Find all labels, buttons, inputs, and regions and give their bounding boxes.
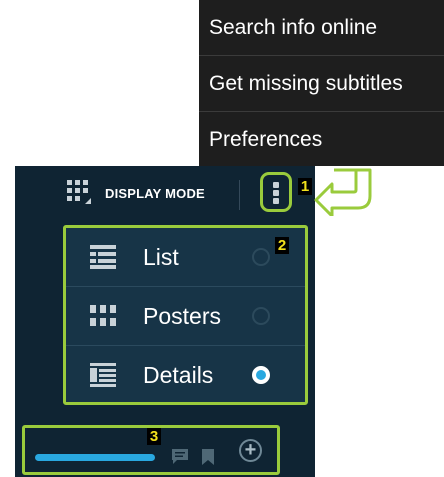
menu-item-label: Search info online [209,16,378,39]
add-circle-icon[interactable]: + [239,439,262,462]
view-mode-list-option[interactable]: List [66,228,305,286]
menu-item-label: Preferences [209,128,323,151]
comment-icon[interactable] [171,448,189,466]
list-icon [90,245,116,269]
menu-item-preferences[interactable]: Preferences [199,112,444,167]
display-mode-label: DISPLAY MODE [105,185,205,201]
action-bar-divider [239,180,240,210]
view-mode-details-option[interactable]: Details [66,346,305,404]
display-mode-button[interactable]: DISPLAY MODE [65,178,205,208]
progress-bar[interactable] [35,454,155,461]
view-mode-radio[interactable] [252,248,270,266]
menu-item-get-missing-subtitles[interactable]: Get missing subtitles [199,56,444,111]
view-mode-list: List Posters Details [63,225,308,405]
view-mode-label: List [143,244,179,270]
callout-badge-1: 1 [298,178,312,195]
details-icon [90,363,116,387]
menu-item-search-info-online[interactable]: Search info online [199,0,444,55]
callout-badge-3: 3 [147,428,161,445]
view-mode-label: Details [143,362,214,388]
bookmark-icon[interactable] [201,448,215,466]
view-mode-posters-option[interactable]: Posters [66,287,305,345]
callout-badge-2: 2 [275,237,289,254]
view-mode-radio[interactable] [252,307,270,325]
view-mode-label: Posters [143,303,221,329]
overflow-menu-button[interactable] [260,172,292,212]
view-mode-radio-selected[interactable] [252,366,270,384]
menu-item-label: Get missing subtitles [209,72,403,95]
posters-grid-icon [90,304,116,328]
curved-arrow-icon [314,168,372,216]
overflow-menu: Search info online Get missing subtitles… [199,0,444,166]
grid-icon [65,178,95,208]
